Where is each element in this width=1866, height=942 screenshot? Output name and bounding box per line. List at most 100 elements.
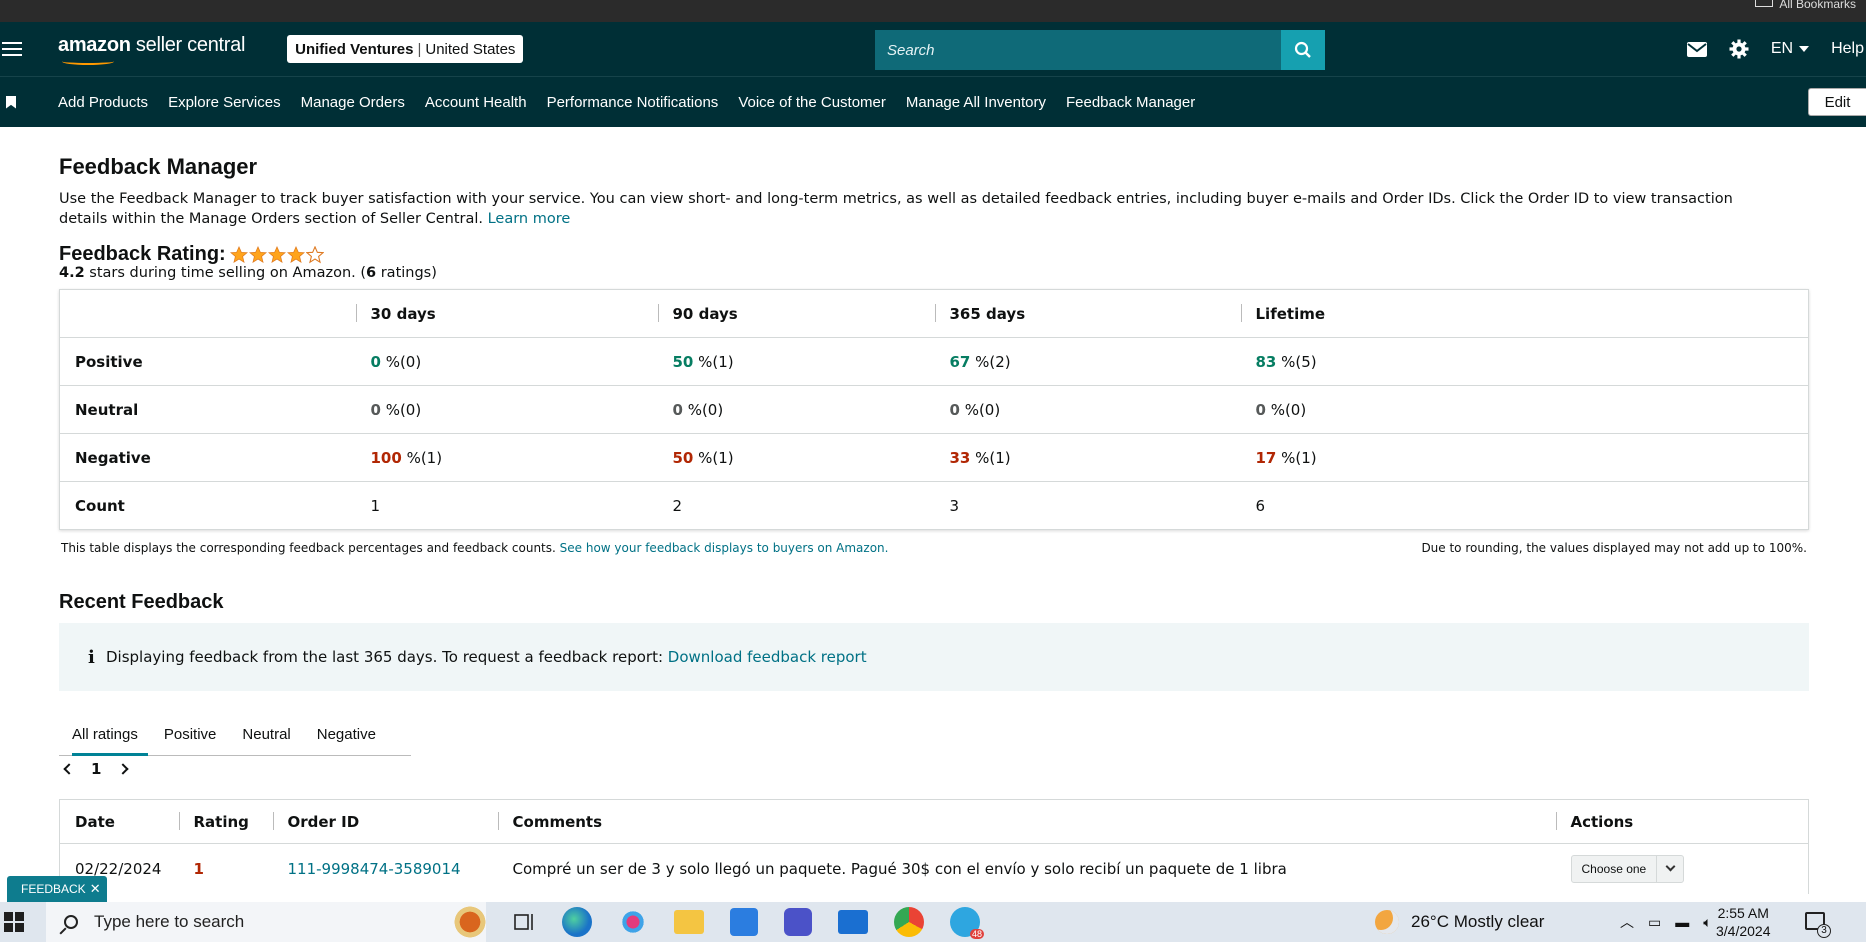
language-selector[interactable]: EN (1771, 40, 1810, 58)
see-buyer-display-link[interactable]: See how your feedback displays to buyers… (560, 541, 889, 555)
nav-items: Add Products Explore Services Manage Ord… (48, 94, 1205, 111)
edit-nav-button[interactable]: Edit (1808, 88, 1866, 116)
metric-value: 33 (949, 448, 971, 467)
action-dropdown[interactable]: Choose one (1570, 854, 1685, 883)
nav-bar: Add Products Explore Services Manage Ord… (0, 76, 1866, 127)
task-view-icon[interactable] (514, 912, 536, 932)
help-link[interactable]: Help (1831, 40, 1864, 58)
chevron-up-icon[interactable]: ︿ (1620, 912, 1634, 932)
search-input[interactable] (875, 30, 1281, 70)
tab-all-ratings[interactable]: All ratings (59, 726, 151, 756)
nav-item-manage-inventory[interactable]: Manage All Inventory (896, 94, 1056, 111)
weather-widget[interactable]: 26°C Mostly clear (1375, 902, 1544, 942)
metric-detail: %(0) (380, 400, 422, 419)
rating-sub-text: stars during time selling on Amazon. ( (84, 265, 367, 281)
notification-icon[interactable]: 3 (1805, 912, 1831, 938)
telegram-icon[interactable]: 48 (950, 907, 984, 939)
phone-link-icon[interactable] (784, 908, 812, 936)
metric-detail: %(1) (970, 448, 1011, 467)
metrics-row-negative: Negative 100 %(1) 50 %(1) 33 %(1) 17 %(1… (59, 433, 1809, 482)
metric-detail: %(1) (693, 352, 734, 371)
tab-negative[interactable]: Negative (304, 726, 389, 755)
mail-app-icon[interactable] (838, 910, 868, 934)
store-icon[interactable] (730, 908, 758, 936)
metric-value: 50 (672, 448, 694, 467)
chrome-icon[interactable] (894, 907, 924, 937)
network-icon[interactable]: ▭ (1648, 914, 1661, 931)
menu-icon[interactable] (2, 42, 22, 56)
download-report-link[interactable]: Download feedback report (668, 648, 867, 666)
info-text: Displaying feedback from the last 365 da… (106, 648, 668, 666)
volume-icon[interactable]: 🔈︎ (1703, 914, 1711, 931)
current-page[interactable]: 1 (91, 760, 101, 778)
nav-item-account-health[interactable]: Account Health (415, 94, 537, 111)
metric-cell: 50 %(1) (657, 337, 935, 386)
learn-more-link[interactable]: Learn more (488, 211, 571, 227)
row-label: Negative (59, 433, 356, 482)
account-switcher[interactable]: Unified Ventures | United States (287, 35, 524, 63)
seller-central-logo[interactable]: amazon seller central (58, 34, 245, 65)
nav-item-performance-notifications[interactable]: Performance Notifications (537, 94, 729, 111)
col-comments: Comments (497, 799, 1556, 844)
tab-positive[interactable]: Positive (151, 726, 230, 755)
account-region: United States (425, 40, 516, 58)
food-widget-icon[interactable] (452, 904, 488, 940)
chevron-right-icon[interactable] (117, 763, 130, 775)
system-tray: ︿ ▭ ▬ 🔈︎ (1620, 902, 1712, 942)
nav-item-explore-services[interactable]: Explore Services (158, 94, 291, 111)
metric-cell: 0 %(0) (657, 385, 935, 434)
feedback-rating-value: 1 (193, 859, 204, 878)
metric-detail: %(1) (693, 448, 734, 467)
col-actions: Actions (1555, 799, 1809, 844)
metric-value: 83 (1255, 352, 1277, 371)
bookmarks-bar-item[interactable]: All Bookmarks (1755, 0, 1856, 11)
action-dropdown-label: Choose one (1572, 854, 1658, 883)
search-button[interactable] (1281, 30, 1325, 70)
header-actions: EN Help (1686, 22, 1866, 76)
count-cell: 2 (672, 496, 683, 515)
metrics-row-positive: Positive 0 %(0) 50 %(1) 67 %(2) 83 %(5) (59, 337, 1809, 386)
nav-item-manage-orders[interactable]: Manage Orders (291, 94, 415, 111)
nav-item-feedback-manager[interactable]: Feedback Manager (1056, 94, 1205, 111)
feedback-widget-tab[interactable]: FEEDBACK ✕ (7, 876, 107, 902)
star-icon (286, 245, 305, 263)
col-30-days: 30 days (355, 289, 658, 338)
metric-detail: %(2) (970, 352, 1011, 371)
rounding-note: Due to rounding, the values displayed ma… (1421, 541, 1807, 555)
metric-value: 50 (672, 352, 694, 371)
battery-icon[interactable]: ▬ (1675, 914, 1689, 930)
rating-summary: 4.2 stars during time selling on Amazon.… (59, 265, 1809, 281)
rating-tabs: All ratings Positive Neutral Negative (59, 706, 411, 756)
taskbar-clock[interactable]: 2:55 AM 3/4/2024 (1716, 904, 1771, 940)
nav-item-add-products[interactable]: Add Products (48, 94, 158, 111)
metric-value: 0 (370, 400, 381, 419)
edge-icon[interactable] (562, 907, 592, 937)
metric-value: 0 (672, 400, 683, 419)
metric-cell: 17 %(1) (1240, 433, 1809, 482)
mail-icon[interactable] (1686, 41, 1707, 57)
gear-icon[interactable] (1729, 39, 1749, 59)
chevron-left-icon[interactable] (63, 763, 75, 775)
taskbar-search[interactable]: Type here to search (46, 902, 486, 942)
nav-item-voice-of-customer[interactable]: Voice of the Customer (728, 94, 896, 111)
metric-cell: 100 %(1) (355, 433, 658, 482)
metrics-footnote: This table displays the corresponding fe… (61, 541, 1807, 555)
logo-brand: amazon (58, 33, 131, 56)
recent-feedback-title: Recent Feedback (59, 591, 224, 613)
count-cell: 6 (1255, 496, 1266, 515)
order-id-link[interactable]: 111-9998474-3589014 (288, 860, 461, 878)
snipping-tool-icon[interactable] (618, 907, 648, 937)
chevron-down-icon (1799, 46, 1810, 52)
metric-value: 17 (1255, 448, 1277, 467)
bookmark-icon[interactable] (6, 95, 16, 109)
metric-value: 67 (949, 352, 971, 371)
metric-cell: 50 %(1) (657, 433, 935, 482)
chevron-down-icon (1657, 861, 1683, 872)
tab-neutral[interactable]: Neutral (229, 726, 303, 755)
close-icon[interactable]: ✕ (90, 881, 101, 897)
col-order-id: Order ID (272, 799, 498, 844)
windows-start-icon[interactable] (4, 912, 24, 932)
star-rating (229, 245, 324, 264)
file-explorer-icon[interactable] (674, 910, 704, 934)
search-icon (64, 915, 78, 929)
